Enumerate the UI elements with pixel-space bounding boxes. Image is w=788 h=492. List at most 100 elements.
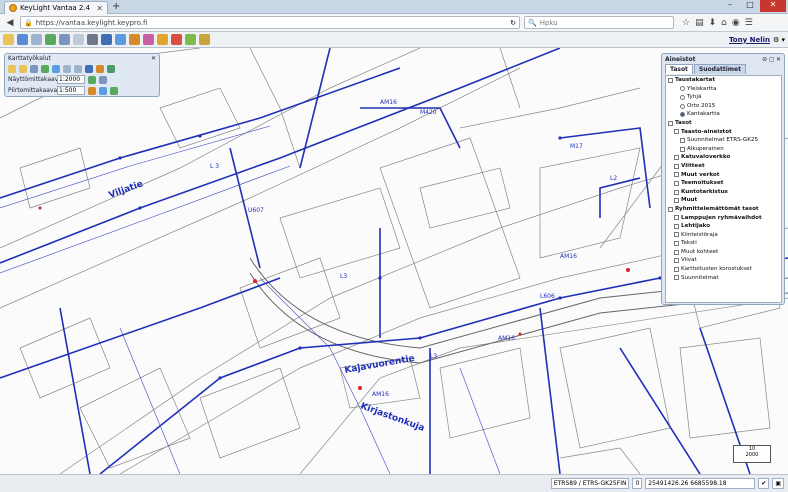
- measure-icon[interactable]: [129, 34, 140, 45]
- refresh-icon[interactable]: [88, 75, 96, 84]
- print-icon[interactable]: [73, 34, 84, 45]
- zoom-in-icon[interactable]: [8, 64, 16, 73]
- browser-tab[interactable]: KeyLight Vantaa 2.4 ✕: [4, 1, 108, 14]
- measure-tool-icon[interactable]: [96, 64, 104, 73]
- export-icon[interactable]: [99, 86, 107, 95]
- layer-tree-item[interactable]: Lehtijako: [666, 222, 781, 231]
- status-zero-field[interactable]: 0: [632, 478, 643, 489]
- view-scale-select[interactable]: 1:2000: [57, 75, 85, 84]
- draw-scale-select[interactable]: 1:500: [57, 86, 85, 95]
- menu-icon[interactable]: ☰: [745, 18, 753, 28]
- info-tool-icon[interactable]: [85, 64, 93, 73]
- checkbox[interactable]: [674, 163, 679, 169]
- radio-button[interactable]: [680, 94, 685, 100]
- layers-panel-controls[interactable]: ⊘ ◻ ✕: [762, 56, 781, 63]
- close-window-button[interactable]: ✕: [760, 0, 786, 12]
- next-view-icon[interactable]: [74, 64, 82, 73]
- layer-tree-item[interactable]: Yleiskartta: [666, 85, 781, 94]
- zoom-box-icon[interactable]: [30, 64, 38, 73]
- print-tool-icon[interactable]: [88, 86, 96, 95]
- home-icon[interactable]: ⌂: [721, 18, 727, 28]
- check-icon[interactable]: [185, 34, 196, 45]
- checkbox[interactable]: [674, 275, 679, 281]
- layer-tree-item[interactable]: Taustakartat: [666, 76, 781, 85]
- info-icon[interactable]: [17, 34, 28, 45]
- checkbox[interactable]: [674, 215, 679, 221]
- checkbox[interactable]: [680, 146, 685, 152]
- map-tools-close-icon[interactable]: ✕: [151, 55, 156, 62]
- checkbox[interactable]: [674, 180, 679, 186]
- tab-filters[interactable]: Suodattimet: [693, 64, 746, 74]
- crs-select[interactable]: ETRS89 / ETRS-GK25FIN: [550, 478, 630, 489]
- user-menu-icon[interactable]: ⚙ ▾: [773, 36, 785, 44]
- reload-icon[interactable]: ↻: [510, 19, 516, 27]
- checkbox[interactable]: [674, 172, 679, 178]
- back-arrow-icon[interactable]: ◀: [4, 17, 16, 29]
- maximize-button[interactable]: □: [740, 0, 760, 12]
- document-icon[interactable]: [31, 34, 42, 45]
- close-tab-icon[interactable]: ✕: [96, 4, 103, 13]
- layer-tree-item[interactable]: Tasot: [666, 119, 781, 128]
- bookmark-star-icon[interactable]: ☆: [682, 18, 690, 28]
- full-extent-icon[interactable]: [52, 64, 60, 73]
- coordinates-field[interactable]: 25491426.26 6685598.18: [645, 478, 756, 489]
- radio-button[interactable]: [680, 103, 685, 109]
- pointer-icon[interactable]: [59, 34, 70, 45]
- folder-icon[interactable]: [157, 34, 168, 45]
- shield-icon[interactable]: [199, 34, 210, 45]
- checkbox[interactable]: [674, 198, 679, 204]
- layer-tree-item[interactable]: Muut: [666, 196, 781, 205]
- user-name-link[interactable]: Tony Nelin: [729, 36, 770, 44]
- radio-button[interactable]: [680, 112, 685, 118]
- layer-tree-item[interactable]: Viitteet: [666, 162, 781, 171]
- layer-tree-item[interactable]: Katuvaloverkko: [666, 153, 781, 162]
- layer-tree-item[interactable]: Suunnitelmat: [666, 274, 781, 283]
- checkbox[interactable]: [668, 206, 673, 212]
- checkbox[interactable]: [668, 120, 673, 126]
- checkbox[interactable]: [674, 232, 679, 238]
- layer-tree-item[interactable]: Lamppujen ryhmävaihdot: [666, 214, 781, 223]
- previous-view-icon[interactable]: [63, 64, 71, 73]
- layer-tree-item[interactable]: Suunnitelmat ETRS-GK25: [666, 136, 781, 145]
- zoom-out-icon[interactable]: [19, 64, 27, 73]
- pan-icon[interactable]: [41, 64, 49, 73]
- checkbox[interactable]: [674, 249, 679, 255]
- checkbox[interactable]: [674, 189, 679, 195]
- status-map-icon[interactable]: ▣: [772, 478, 784, 489]
- download-icon[interactable]: ⬇: [709, 18, 717, 28]
- layers-tool-icon[interactable]: [99, 75, 107, 84]
- settings-gear-icon[interactable]: [3, 34, 14, 45]
- layer-tree-item[interactable]: Kantakartta: [666, 110, 781, 119]
- star-icon[interactable]: [101, 34, 112, 45]
- layer-tree-item[interactable]: Tyhjä: [666, 93, 781, 102]
- status-check-icon[interactable]: ✔: [758, 478, 770, 489]
- layer-tree-item[interactable]: Kiinteistöraja: [666, 231, 781, 240]
- edit-icon[interactable]: [143, 34, 154, 45]
- pocket-icon[interactable]: ◉: [732, 18, 740, 28]
- tab-layers[interactable]: Tasot: [665, 64, 693, 74]
- layer-tree-item[interactable]: Teksti: [666, 239, 781, 248]
- route-icon[interactable]: [45, 34, 56, 45]
- truck-icon[interactable]: [87, 34, 98, 45]
- checkbox[interactable]: [680, 137, 685, 143]
- layer-tree-item[interactable]: Teemoitukset: [666, 179, 781, 188]
- layers-icon[interactable]: [115, 34, 126, 45]
- expand-icon[interactable]: [668, 77, 673, 83]
- layer-tree-item[interactable]: Karttoitusten korostukset: [666, 265, 781, 274]
- checkbox[interactable]: [674, 266, 679, 272]
- checkbox[interactable]: [674, 155, 679, 161]
- checkbox[interactable]: [674, 129, 679, 135]
- locate-icon[interactable]: [110, 86, 118, 95]
- layer-tree-item[interactable]: Alkuperainen: [666, 145, 781, 154]
- layer-tree-item[interactable]: Muut verkot: [666, 171, 781, 180]
- reading-list-icon[interactable]: ▤: [695, 18, 704, 28]
- search-box[interactable]: 🔍 Hpku: [524, 16, 674, 29]
- layer-tree-item[interactable]: Kuntotarkistus: [666, 188, 781, 197]
- checkbox[interactable]: [674, 241, 679, 247]
- new-tab-button[interactable]: +: [112, 1, 120, 12]
- layer-tree-item[interactable]: Muut kohteet: [666, 248, 781, 257]
- checkbox[interactable]: [674, 223, 679, 229]
- chart-icon[interactable]: [171, 34, 182, 45]
- select-tool-icon[interactable]: [107, 64, 115, 73]
- address-bar[interactable]: 🔒 https://vantaa.keylight.keypro.fi ↻: [20, 16, 520, 29]
